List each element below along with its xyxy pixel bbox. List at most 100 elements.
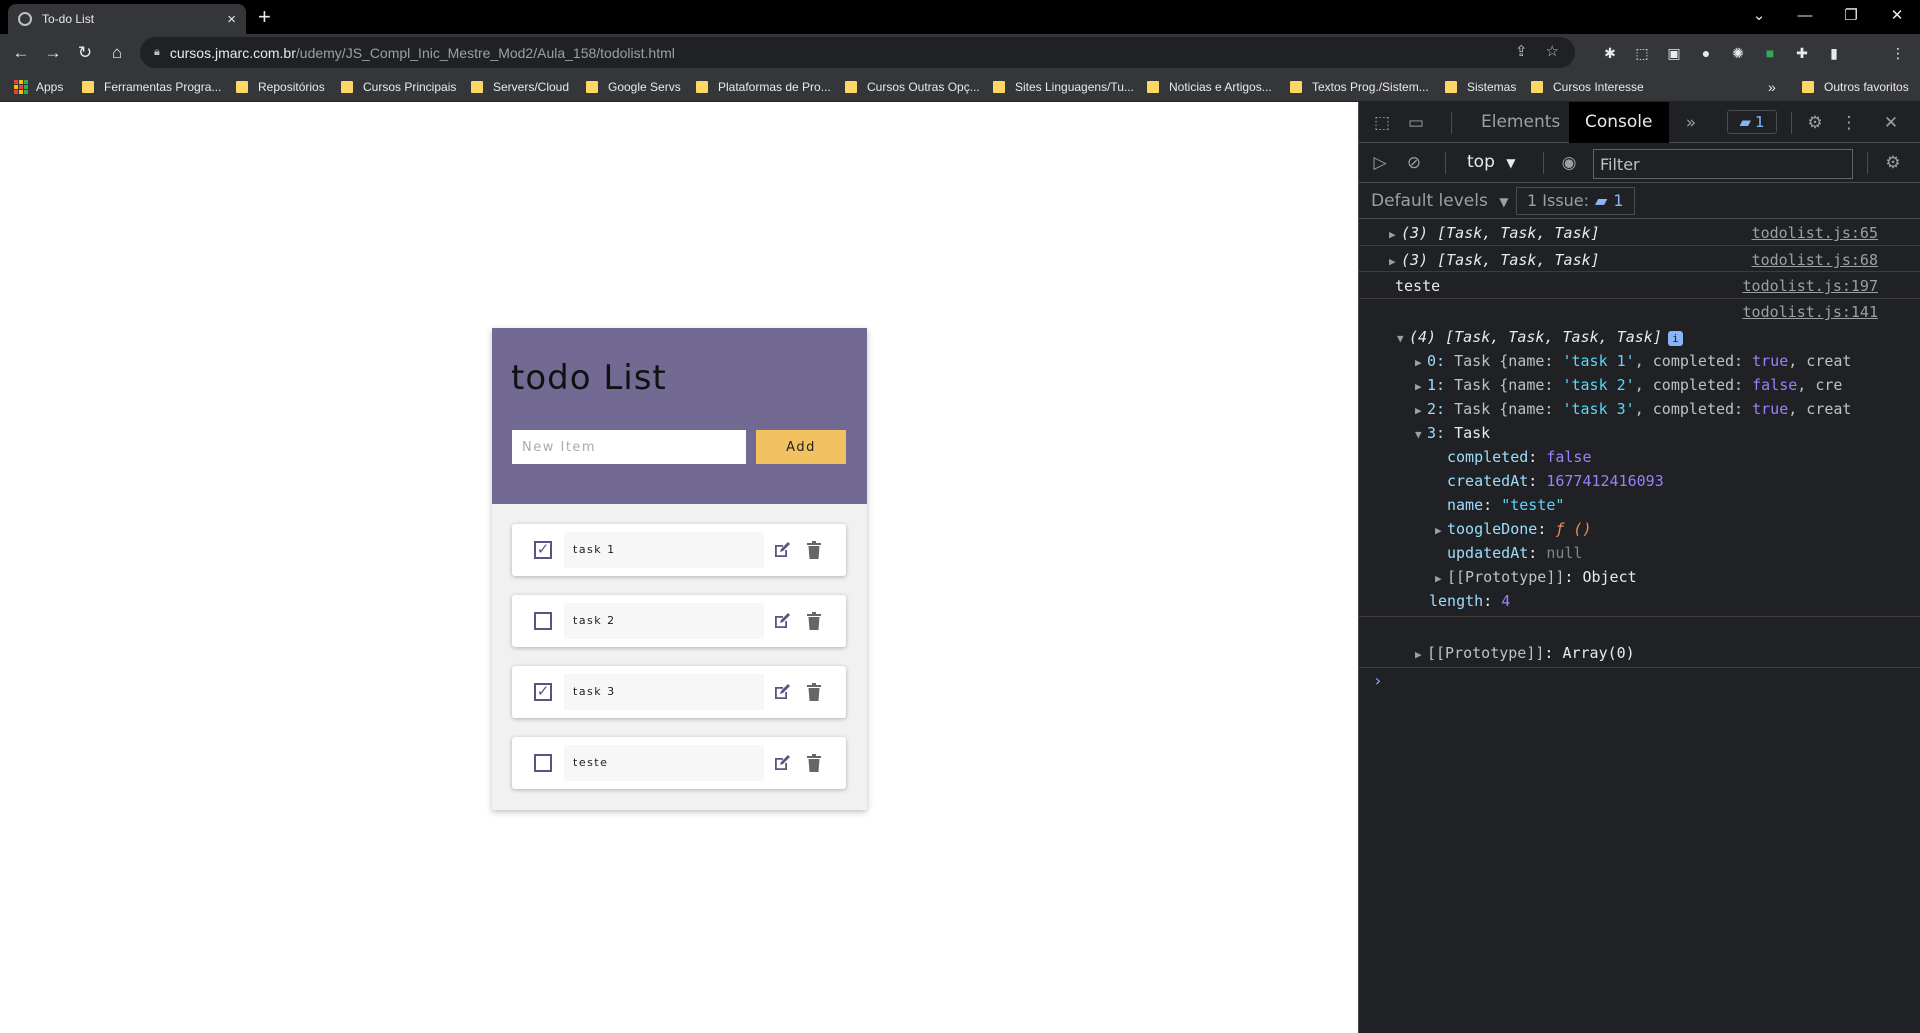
edit-icon[interactable] [773, 612, 791, 630]
close-tab-icon[interactable]: × [227, 11, 236, 28]
browser-toolbar: ← → ↻ ⌂ 🔒︎ cursos.jmarc.com.br /udemy/JS… [0, 34, 1920, 96]
bookmark-folder[interactable]: Ferramentas Progra... [82, 72, 221, 102]
edit-icon[interactable] [773, 683, 791, 701]
extension-green-icon[interactable]: ■ [1760, 43, 1780, 63]
issues-badge[interactable]: ▰ 1 [1727, 110, 1777, 134]
bookmark-folder[interactable]: Servers/Cloud [471, 72, 569, 102]
window-close-icon[interactable]: ✕ [1874, 0, 1920, 30]
source-link[interactable]: todolist.js:65 [1752, 224, 1878, 242]
reload-icon[interactable]: ↻ [72, 41, 98, 65]
restore-icon[interactable]: ❐ [1828, 0, 1874, 30]
bookmark-folder[interactable]: Textos Prog./Sistem... [1290, 72, 1429, 102]
new-tab-button[interactable]: + [258, 4, 271, 30]
tab-elements[interactable]: Elements [1465, 102, 1576, 143]
inspect-element-icon[interactable]: ⬚ [1371, 112, 1393, 134]
trash-icon[interactable] [807, 541, 821, 559]
back-icon[interactable]: ← [8, 41, 34, 65]
console-levelbar: Default levels ▼ 1 Issue: ▰ 1 [1359, 183, 1920, 219]
browser-tab[interactable]: To-do List × [8, 4, 246, 34]
todo-header: todo List Add [492, 328, 867, 504]
tab-console[interactable]: Console [1569, 102, 1669, 143]
page-title: todo List [511, 358, 667, 398]
trash-icon[interactable] [807, 612, 821, 630]
home-icon[interactable]: ⌂ [104, 41, 130, 65]
bookmark-folder[interactable]: Cursos Principais [341, 72, 456, 102]
console-output: ▶ (3) [Task, Task, Task] todolist.js:65 ▶… [1359, 219, 1920, 690]
folder-icon [1290, 81, 1302, 93]
console-message[interactable]: ▶ (3) [Task, Task, Task] todolist.js:65 [1359, 219, 1920, 246]
menu-kebab-icon[interactable]: ⋮ [1888, 43, 1908, 63]
devtools-menu-icon[interactable]: ⋮ [1837, 112, 1861, 134]
address-bar[interactable]: 🔒︎ cursos.jmarc.com.br /udemy/JS_Compl_I… [140, 37, 1575, 68]
star-icon[interactable]: ☆ [1546, 42, 1559, 60]
tab-search-icon[interactable]: ⌄ [1736, 0, 1782, 30]
devtools-tabbar: ⬚ ▭ Elements Console » ▰ 1 ⚙ ⋮ ✕ [1359, 102, 1920, 143]
bookmark-folder[interactable]: Noticias e Artigos... [1147, 72, 1272, 102]
bookmark-folder[interactable]: Sites Linguagens/Tu... [993, 72, 1134, 102]
live-expression-eye-icon[interactable]: ◉ [1557, 153, 1581, 173]
console-settings-gear-icon[interactable]: ⚙ [1881, 152, 1905, 174]
item-checkbox[interactable] [534, 754, 552, 772]
list-item: task 2 [512, 595, 846, 647]
expand-triangle-icon[interactable]: ▶ [1389, 255, 1401, 268]
array-prototype[interactable]: ▶ [[Prototype]]: Array(0) [1415, 644, 1635, 662]
clear-console-icon[interactable]: ⊘ [1403, 153, 1425, 173]
collapse-triangle-icon: ▼ [1415, 428, 1422, 441]
log-levels-dropdown[interactable]: Default levels ▼ [1371, 191, 1508, 211]
source-link[interactable]: todolist.js:197 [1743, 277, 1878, 295]
bookmark-folder[interactable]: Repositórios [236, 72, 325, 102]
item-checkbox[interactable]: ✓ [534, 541, 552, 559]
object-property-function[interactable]: ▶ toogleDone: ƒ () [1435, 520, 1592, 538]
item-checkbox[interactable] [534, 612, 552, 630]
extensions-puzzle-icon[interactable]: ✚ [1792, 43, 1812, 63]
close-devtools-icon[interactable]: ✕ [1879, 112, 1903, 134]
extension-circle-icon[interactable]: ● [1696, 43, 1716, 63]
item-checkbox[interactable]: ✓ [534, 683, 552, 701]
url-path: /udemy/JS_Compl_Inic_Mestre_Mod2/Aula_15… [295, 44, 675, 61]
extension-react-icon[interactable]: ✺ [1728, 43, 1748, 63]
extension-capture-icon[interactable]: ⬚ [1632, 43, 1652, 63]
filter-input[interactable] [1593, 149, 1853, 179]
bookmark-folder[interactable]: Cursos Interesse [1531, 72, 1644, 102]
edit-icon[interactable] [773, 541, 791, 559]
more-tabs-icon[interactable]: » [1679, 112, 1703, 134]
other-bookmarks[interactable]: Outros favoritos [1802, 72, 1909, 102]
extension-gear-icon[interactable]: ✱ [1600, 43, 1620, 63]
collapse-triangle-icon[interactable]: ▼ [1397, 332, 1409, 345]
share-icon[interactable]: ⇪ [1515, 42, 1528, 60]
bookmark-folder[interactable]: Cursos Outras Opç... [845, 72, 980, 102]
bookmarks-overflow-button[interactable]: » [1768, 72, 1776, 102]
bookmark-folder[interactable]: Sistemas [1445, 72, 1516, 102]
context-selector[interactable]: top ▼ [1467, 152, 1516, 172]
array-entry-expanded[interactable]: ▼ 3: Task [1415, 424, 1490, 442]
new-item-input[interactable] [512, 430, 746, 464]
sidebar-toggle-icon[interactable]: ▷ [1369, 153, 1391, 173]
array-entry[interactable]: ▶ 0: Task {name: 'task 1', completed: tru… [1415, 352, 1851, 370]
trash-icon[interactable] [807, 683, 821, 701]
message-icon: ▰ [1595, 191, 1608, 210]
folder-icon [1531, 81, 1543, 93]
array-entry[interactable]: ▶ 1: Task {name: 'task 2', completed: fal… [1415, 376, 1842, 394]
item-name: teste [564, 745, 764, 781]
console-message[interactable]: ▶ (3) [Task, Task, Task] todolist.js:68 [1359, 246, 1920, 272]
extension-box-icon[interactable]: ▣ [1664, 43, 1684, 63]
bookmark-folder[interactable]: Google Servs [586, 72, 681, 102]
minimize-icon[interactable]: — [1782, 0, 1828, 30]
issues-counter-button[interactable]: 1 Issue: ▰ 1 [1516, 187, 1635, 215]
expand-triangle-icon[interactable]: ▶ [1389, 228, 1401, 241]
settings-gear-icon[interactable]: ⚙ [1803, 112, 1827, 134]
source-link[interactable]: todolist.js:141 [1743, 303, 1878, 321]
source-link[interactable]: todolist.js:68 [1752, 251, 1878, 269]
bookmark-folder[interactable]: Plataformas de Pro... [696, 72, 831, 102]
forward-icon[interactable]: → [40, 41, 66, 65]
info-icon[interactable]: i [1667, 331, 1683, 346]
device-toolbar-icon[interactable]: ▭ [1405, 112, 1427, 134]
add-button[interactable]: Add [756, 430, 846, 464]
object-prototype[interactable]: ▶ [[Prototype]]: Object [1435, 568, 1637, 586]
array-entry[interactable]: ▶ 2: Task {name: 'task 3', completed: tru… [1415, 400, 1851, 418]
console-prompt[interactable]: › [1373, 671, 1383, 690]
sidepanel-icon[interactable]: ▮ [1824, 43, 1844, 63]
bookmark-apps[interactable]: Apps [14, 72, 63, 102]
edit-icon[interactable] [773, 754, 791, 772]
trash-icon[interactable] [807, 754, 821, 772]
